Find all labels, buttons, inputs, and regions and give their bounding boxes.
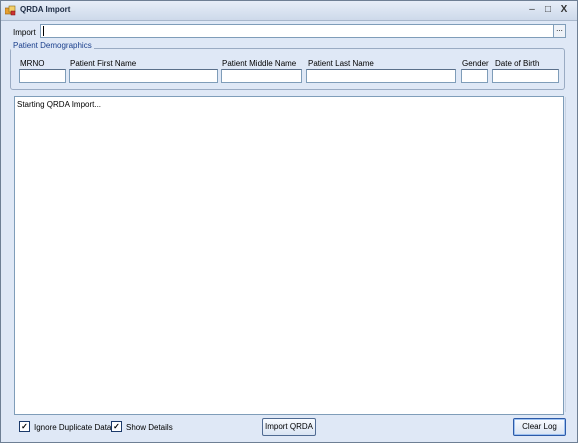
dob-label: Date of Birth xyxy=(495,59,540,68)
gender-label: Gender xyxy=(462,59,489,68)
window-title: QRDA Import xyxy=(20,5,71,14)
dob-field[interactable] xyxy=(492,69,559,83)
maximize-button[interactable]: □ xyxy=(542,4,554,16)
text-caret xyxy=(43,26,44,36)
browse-button[interactable]: ... xyxy=(553,24,566,38)
qrda-import-window: QRDA Import ‒ □ X Import ... Patient Dem… xyxy=(0,0,578,443)
log-textarea[interactable]: Starting QRDA Import... xyxy=(14,96,564,415)
clear-log-button[interactable]: Clear Log xyxy=(513,418,566,436)
show-details-checkbox[interactable]: ✓ xyxy=(111,421,122,432)
log-text: Starting QRDA Import... xyxy=(17,100,102,109)
close-button[interactable]: X xyxy=(558,4,570,16)
mrno-field[interactable] xyxy=(19,69,66,83)
first-name-label: Patient First Name xyxy=(70,59,137,68)
gender-field[interactable] xyxy=(461,69,488,83)
last-name-field[interactable] xyxy=(306,69,456,83)
mrno-label: MRNO xyxy=(20,59,45,68)
show-details-label[interactable]: Show Details xyxy=(126,423,173,432)
last-name-label: Patient Last Name xyxy=(308,59,374,68)
import-label: Import xyxy=(13,28,36,37)
title-bar[interactable]: QRDA Import ‒ □ X xyxy=(1,1,577,21)
log-edge xyxy=(565,97,566,412)
first-name-field[interactable] xyxy=(69,69,218,83)
middle-name-label: Patient Middle Name xyxy=(222,59,297,68)
ignore-duplicate-label[interactable]: Ignore Duplicate Data xyxy=(34,423,111,432)
minimize-button[interactable]: ‒ xyxy=(526,4,538,16)
middle-name-field[interactable] xyxy=(221,69,302,83)
ignore-duplicate-checkbox[interactable]: ✓ xyxy=(19,421,30,432)
patient-demographics-label: Patient Demographics xyxy=(11,41,94,50)
app-icon xyxy=(5,5,16,16)
import-qrda-button[interactable]: Import QRDA xyxy=(262,418,316,436)
import-path-input[interactable] xyxy=(40,24,554,38)
